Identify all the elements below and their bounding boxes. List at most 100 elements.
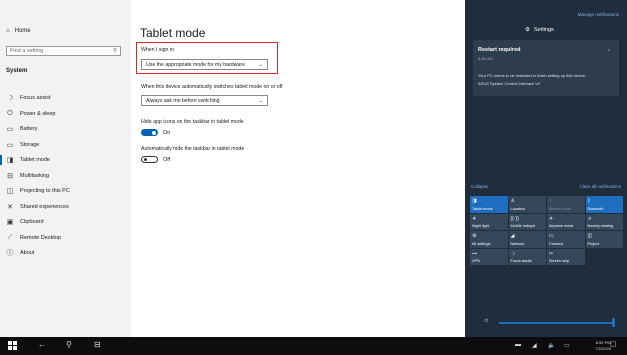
sidebar-item-label: Remote Desktop bbox=[20, 234, 61, 241]
tablet-icon: ◨ bbox=[6, 157, 14, 164]
quick-action-vpn[interactable]: ⊶ VPN bbox=[470, 248, 508, 265]
notification-center-icon[interactable]: ▢ bbox=[610, 340, 617, 348]
hide-icons-toggle[interactable] bbox=[141, 129, 158, 136]
quick-action-label: Project bbox=[587, 241, 600, 246]
sidebar-item-multitasking[interactable]: ⊟ Multitasking bbox=[6, 170, 49, 182]
quick-actions-grid: ◨ Tablet mode ♙ Location ♀ Battery saver ᛒ Blue… bbox=[470, 196, 624, 265]
sidebar-item-projecting-to-this-pc[interactable]: ◫ Projecting to this PC bbox=[6, 185, 70, 197]
network-icon: ◢ bbox=[510, 233, 515, 239]
sidebar-item-battery[interactable]: ▭ Battery bbox=[6, 123, 38, 135]
shared-icon: ✕ bbox=[7, 203, 13, 211]
quick-action-airplane-mode[interactable]: ✈ Airplane mode bbox=[547, 213, 585, 230]
search-placeholder: Find a setting bbox=[10, 48, 44, 54]
battery-tray-icon[interactable]: ▬ bbox=[515, 342, 521, 348]
sidebar-item-storage[interactable]: ▭ Storage bbox=[6, 139, 40, 151]
volume-tray-icon[interactable]: 🔈 bbox=[548, 342, 555, 349]
quick-action-tablet-mode[interactable]: ◨ Tablet mode bbox=[470, 196, 508, 213]
home-icon: ⌂ bbox=[6, 28, 10, 34]
home-link[interactable]: ⌂ Home bbox=[6, 28, 31, 34]
notification-body-line1: Your PC needs to be restarted to finish … bbox=[478, 73, 587, 78]
quick-action-label: Battery saver bbox=[549, 206, 572, 211]
hotspot-icon: ((·)) bbox=[510, 215, 519, 222]
hide-icons-state: On bbox=[163, 129, 171, 136]
hide-icons-toggle-row: On bbox=[141, 129, 170, 136]
settings-header: ⚙ Settings bbox=[525, 27, 554, 33]
sidebar-item-label: Focus assist bbox=[20, 95, 51, 101]
signin-mode-dropdown[interactable]: Use the appropriate mode for my hardware… bbox=[141, 59, 268, 70]
search-input[interactable]: Find a setting ⚲ bbox=[6, 46, 121, 56]
quick-action-mobile-hotspot[interactable]: ((·)) Mobile hotspot bbox=[508, 213, 546, 230]
chevron-up-icon[interactable]: ⌃ bbox=[607, 49, 611, 55]
clock[interactable]: 8:52 PM 7/2/2020 bbox=[595, 340, 611, 351]
quick-action-connect[interactable]: ▭ Connect bbox=[547, 231, 585, 248]
vpn-icon: ⊶ bbox=[472, 250, 477, 257]
quick-action-nearby-sharing[interactable]: ⇗ Nearby sharing bbox=[585, 213, 623, 230]
switch-label: When this device automatically switches … bbox=[141, 84, 283, 90]
signin-mode-value: Use the appropriate mode for my hardware bbox=[146, 61, 245, 68]
quick-action-project[interactable]: ◫ Project bbox=[585, 231, 623, 248]
manage-notifications-link[interactable]: Manage notifications bbox=[578, 12, 619, 17]
search-icon[interactable]: ⚲ bbox=[66, 340, 72, 349]
brightness-slider[interactable]: ☼ bbox=[483, 317, 615, 327]
quick-action-label: All settings bbox=[472, 241, 491, 246]
taskbar: ← ⚲ ⊟ ▬ ◢ 🔈 ▭ 8:52 PM 7/2/2020 ▢ bbox=[0, 337, 627, 355]
sidebar-item-about[interactable]: ⓘ About bbox=[6, 247, 35, 259]
quick-action-label: Night light bbox=[472, 224, 489, 228]
windows-start-icon[interactable] bbox=[8, 341, 17, 350]
sidebar-item-focus-assist[interactable]: ☽ Focus assist bbox=[6, 92, 51, 104]
sidebar-item-clipboard[interactable]: ▣ Clipboard bbox=[6, 216, 44, 228]
quick-action-label: Location bbox=[510, 206, 525, 211]
remote-icon: ⟋ bbox=[7, 233, 13, 241]
notification-title: Restart required bbox=[478, 47, 521, 53]
quick-action-label: VPN bbox=[472, 259, 480, 263]
sidebar-item-tablet-mode[interactable]: ◨ Tablet mode bbox=[0, 154, 50, 166]
brightness-thumb[interactable] bbox=[612, 318, 615, 327]
quick-action-bluetooth[interactable]: ᛒ Bluetooth bbox=[585, 196, 623, 213]
quick-action-label: Nearby sharing bbox=[587, 224, 614, 228]
keyboard-tray-icon[interactable]: ▭ bbox=[564, 342, 570, 349]
network-tray-icon[interactable]: ◢ bbox=[532, 342, 537, 349]
quick-action-screen-snip[interactable]: ✂ Screen snip bbox=[547, 248, 585, 265]
signin-label: When I sign in bbox=[141, 47, 174, 53]
hide-icons-label: Hide app icons on the taskbar in tablet … bbox=[141, 119, 244, 125]
sidebar-section-title: System bbox=[6, 68, 28, 74]
collapse-link[interactable]: Collapse bbox=[471, 184, 489, 189]
airplane-icon: ✈ bbox=[549, 215, 554, 222]
quick-action-label: Tablet mode bbox=[472, 206, 493, 211]
notification-body-line2: ASUS System Control Interface V2 bbox=[478, 81, 541, 86]
clock-time: 8:52 PM bbox=[595, 340, 611, 345]
quick-action-label: Bluetooth bbox=[587, 206, 604, 211]
notification-card[interactable]: Restart required 9:46 AM ⌃ Your PC needs… bbox=[473, 40, 619, 96]
clear-all-notifications-link[interactable]: Clear all notifications bbox=[579, 184, 621, 189]
power-icon: ⏻ bbox=[7, 109, 13, 117]
quick-action-label: Focus assist bbox=[510, 259, 532, 263]
sidebar-item-label: Multitasking bbox=[20, 172, 50, 179]
quick-action-location[interactable]: ♙ Location bbox=[508, 196, 546, 213]
quick-action-all-settings[interactable]: ⚙ All settings bbox=[470, 231, 508, 248]
quick-action-night-light[interactable]: ☀ Night light bbox=[470, 213, 508, 230]
auto-hide-toggle-row: Off bbox=[141, 156, 170, 163]
settings-sidebar: ⌂ Home Find a setting ⚲ System ☽ Focus as… bbox=[0, 0, 131, 337]
back-arrow-icon[interactable]: ← bbox=[38, 340, 46, 349]
sidebar-item-power-sleep[interactable]: ⏻ Power & sleep bbox=[6, 108, 55, 120]
chevron-down-icon: ⌄ bbox=[258, 61, 263, 68]
task-view-icon[interactable]: ⊟ bbox=[94, 340, 101, 349]
brightness-track[interactable] bbox=[499, 322, 615, 324]
page-title: Tablet mode bbox=[140, 26, 206, 40]
gear-icon: ⚙ bbox=[472, 233, 477, 239]
settings-header-label: Settings bbox=[533, 27, 554, 33]
sidebar-item-label: Projecting to this PC bbox=[20, 188, 70, 194]
quick-action-battery-saver[interactable]: ♀ Battery saver bbox=[547, 196, 585, 213]
auto-hide-toggle[interactable] bbox=[141, 156, 158, 163]
quick-action-label: Mobile hotspot bbox=[510, 224, 536, 228]
quick-action-focus-assist[interactable]: ☽ Focus assist bbox=[508, 248, 546, 265]
switch-behavior-dropdown[interactable]: Always ask me before switching ⌄ bbox=[141, 95, 268, 106]
sidebar-item-remote-desktop[interactable]: ⟋ Remote Desktop bbox=[6, 232, 61, 244]
sidebar-item-shared-experiences[interactable]: ✕ Shared experiences bbox=[6, 201, 69, 213]
clock-date: 7/2/2020 bbox=[595, 345, 611, 351]
nearby-sharing-icon: ⇗ bbox=[587, 215, 592, 222]
battery-saver-icon: ♀ bbox=[549, 198, 553, 204]
tablet-mode-icon: ◨ bbox=[472, 198, 477, 204]
sidebar-item-label: Power & sleep bbox=[20, 110, 56, 117]
quick-action-network[interactable]: ◢ Network bbox=[508, 231, 546, 248]
